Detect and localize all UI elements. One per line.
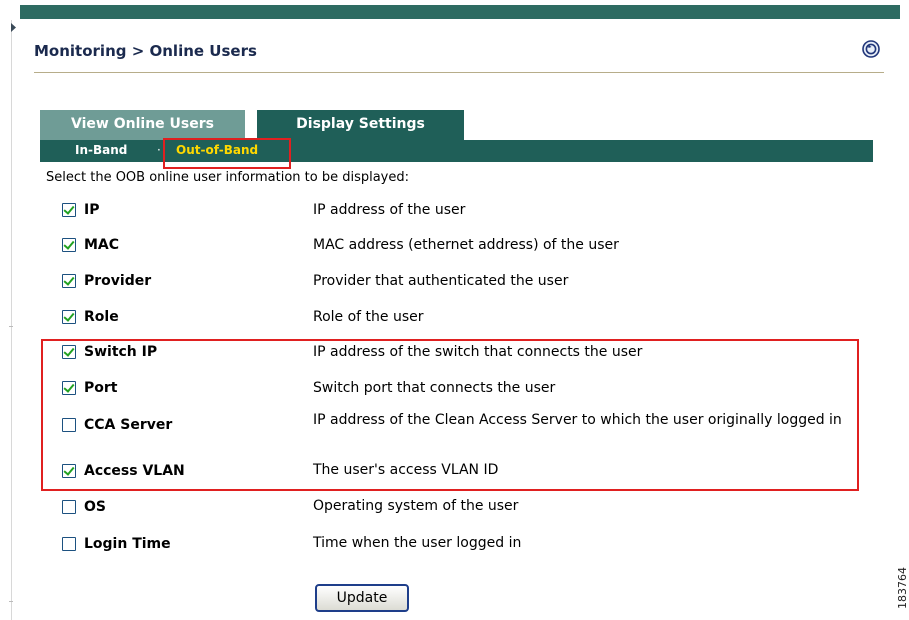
- tab-view-online-users[interactable]: View Online Users: [40, 110, 245, 140]
- field-description-login-time: Time when the user logged in: [313, 535, 522, 551]
- field-label-ip: IP: [84, 202, 100, 218]
- checkbox-os[interactable]: [62, 500, 76, 514]
- checkbox-ip[interactable]: [62, 203, 76, 217]
- checkbox-provider[interactable]: [62, 274, 76, 288]
- subtab-separator: ·: [157, 143, 161, 157]
- callout-box-out-of-band: [163, 138, 291, 169]
- frame-tick-mark: [9, 601, 13, 602]
- field-label-provider: Provider: [84, 273, 152, 289]
- checkbox-role[interactable]: [62, 310, 76, 324]
- figure-number: 183764: [896, 567, 909, 609]
- field-label-os: OS: [84, 499, 106, 515]
- checkbox-login-time[interactable]: [62, 537, 76, 551]
- frame-tick-mark: [9, 326, 13, 327]
- field-label-role: Role: [84, 309, 119, 325]
- page-title: Monitoring > Online Users: [34, 42, 257, 60]
- field-description-os: Operating system of the user: [313, 498, 519, 514]
- frame-pointer-icon: [11, 23, 16, 32]
- field-description-provider: Provider that authenticated the user: [313, 273, 569, 289]
- field-description-ip: IP address of the user: [313, 202, 466, 218]
- callout-box-oob-fields: [41, 339, 859, 491]
- checkbox-mac[interactable]: [62, 238, 76, 252]
- subtab-in-band[interactable]: In-Band: [75, 143, 127, 157]
- field-description-role: Role of the user: [313, 309, 424, 325]
- instructions-text: Select the OOB online user information t…: [46, 170, 410, 185]
- update-button[interactable]: Update: [315, 584, 409, 612]
- field-description-mac: MAC address (ethernet address) of the us…: [313, 237, 619, 253]
- tab-display-settings[interactable]: Display Settings: [257, 110, 464, 140]
- header-bar: [20, 5, 900, 19]
- field-label-login-time: Login Time: [84, 536, 171, 552]
- field-label-mac: MAC: [84, 237, 120, 253]
- title-divider: [34, 72, 884, 73]
- help-icon[interactable]: [862, 40, 880, 58]
- left-frame-border: [11, 20, 12, 620]
